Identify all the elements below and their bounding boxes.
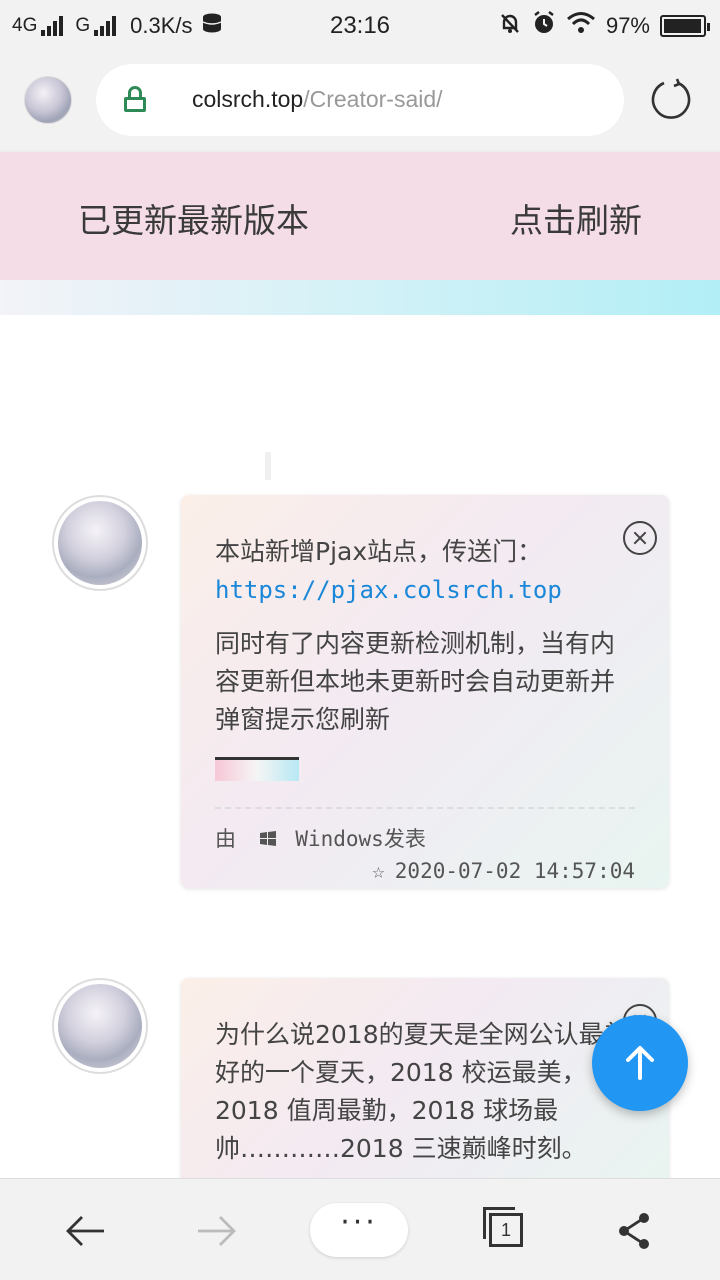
wifi-icon bbox=[566, 11, 596, 41]
update-message: 已更新最新版本 bbox=[78, 201, 309, 240]
post-image-thumbnail[interactable] bbox=[215, 757, 299, 781]
address-bar[interactable]: colsrch.top/Creator-said/ bbox=[96, 64, 624, 136]
update-banner: 已更新最新版本 点击刷新 bbox=[0, 152, 720, 280]
post-timestamp: ☆ 2020-07-02 14:57:04 bbox=[372, 859, 635, 883]
post-text-2: 同时有了内容更新检测机制，当有内容更新但本地未更新时会自动更新并弹窗提示您刷新 bbox=[215, 629, 616, 734]
scroll-top-button[interactable] bbox=[592, 1015, 688, 1111]
menu-button[interactable]: ··· bbox=[310, 1203, 408, 1257]
mute-icon bbox=[498, 11, 522, 41]
url-path: /Creator-said/ bbox=[303, 86, 443, 112]
url-domain: colsrch.top bbox=[192, 86, 304, 112]
refresh-link[interactable]: 点击刷新 bbox=[510, 194, 642, 242]
post-text: 本站新增Pjax站点，传送门： https://pjax.colsrch.top bbox=[215, 537, 562, 604]
post-card-2: 为什么说2018的夏天是全网公认最美好的一个夏天，2018 校运最美，2018 … bbox=[181, 978, 669, 1198]
url-text[interactable]: colsrch.top/Creator-said/ bbox=[192, 86, 443, 113]
header-strip bbox=[0, 280, 720, 315]
share-icon[interactable] bbox=[614, 1209, 658, 1253]
profile-avatar[interactable] bbox=[24, 76, 72, 124]
bottom-navigation: ··· 1 bbox=[0, 1178, 720, 1280]
status-bar: 4G G 0.3K/s 23:16 97% bbox=[0, 0, 720, 52]
post-link[interactable]: https://pjax.colsrch.top bbox=[215, 576, 562, 604]
post-card: 本站新增Pjax站点，传送门： https://pjax.colsrch.top … bbox=[181, 495, 669, 888]
lock-icon bbox=[124, 86, 146, 112]
divider-mark bbox=[265, 452, 271, 480]
tabs-button[interactable]: 1 bbox=[483, 1207, 523, 1247]
forward-arrow-icon[interactable] bbox=[194, 1209, 238, 1253]
windows-icon bbox=[259, 829, 277, 853]
reload-icon[interactable] bbox=[650, 78, 692, 120]
post-author: 由 Windows发表 bbox=[215, 827, 426, 853]
post-text-3: 为什么说2018的夏天是全网公认最美好的一个夏天，2018 校运最美，2018 … bbox=[215, 1020, 629, 1163]
alarm-icon bbox=[532, 11, 556, 41]
close-icon[interactable] bbox=[623, 521, 657, 555]
post-avatar-2[interactable] bbox=[52, 978, 148, 1074]
clock-icon: ☆ bbox=[372, 859, 385, 883]
post-divider bbox=[215, 807, 635, 809]
tab-count: 1 bbox=[489, 1213, 523, 1247]
post-avatar[interactable] bbox=[52, 495, 148, 591]
battery-percent: 97% bbox=[605, 13, 650, 38]
arrow-up-icon bbox=[626, 1046, 654, 1080]
back-arrow-icon[interactable] bbox=[64, 1209, 108, 1253]
battery-icon bbox=[660, 15, 710, 37]
browser-toolbar: colsrch.top/Creator-said/ bbox=[0, 52, 720, 152]
